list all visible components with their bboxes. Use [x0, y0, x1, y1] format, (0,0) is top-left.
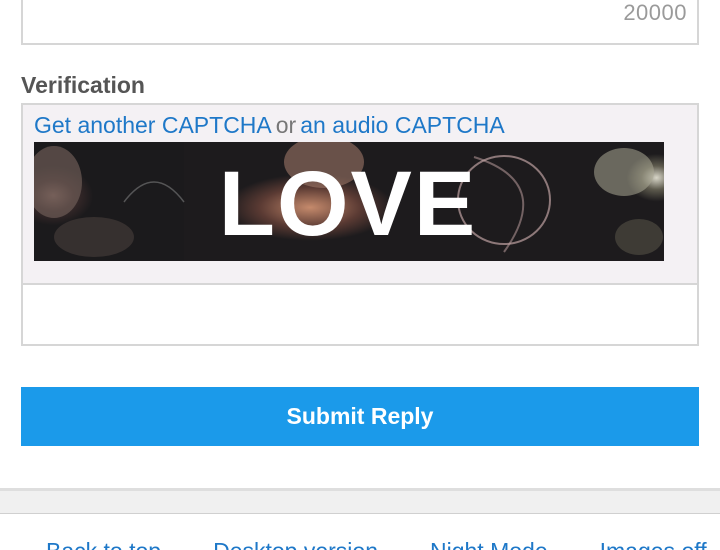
captcha-panel: Get another CAPTCHAoran audio CAPTCHA: [21, 103, 699, 285]
images-off-link[interactable]: Images off: [600, 538, 707, 550]
captcha-text: LOVE: [219, 153, 477, 255]
submit-reply-button[interactable]: Submit Reply: [21, 387, 699, 446]
get-another-captcha-link[interactable]: Get another CAPTCHA: [34, 112, 272, 138]
captcha-or-text: or: [275, 112, 297, 138]
character-limit-value: 20000: [623, 0, 687, 25]
captcha-picture: LOVE: [34, 142, 664, 261]
footer-divider: [0, 488, 720, 514]
desktop-version-link[interactable]: Desktop version: [213, 538, 378, 550]
audio-captcha-link[interactable]: an audio CAPTCHA: [300, 112, 505, 138]
captcha-answer-input[interactable]: [21, 283, 699, 346]
footer-links: Back to top Desktop version Night Mode Imag…: [46, 538, 720, 550]
character-limit-box: 20000: [21, 0, 699, 45]
reply-form-page: 20000 Verification Get another CAPTCHA or…: [0, 0, 720, 550]
captcha-image: LOVE: [34, 142, 664, 261]
back-to-top-link[interactable]: Back to top: [46, 538, 161, 550]
verification-label: Verification: [21, 72, 145, 98]
captcha-links: Get another CAPTCHA or an audio CAPTCHA: [34, 112, 505, 139]
night-mode-link[interactable]: Night Mode: [430, 538, 548, 550]
